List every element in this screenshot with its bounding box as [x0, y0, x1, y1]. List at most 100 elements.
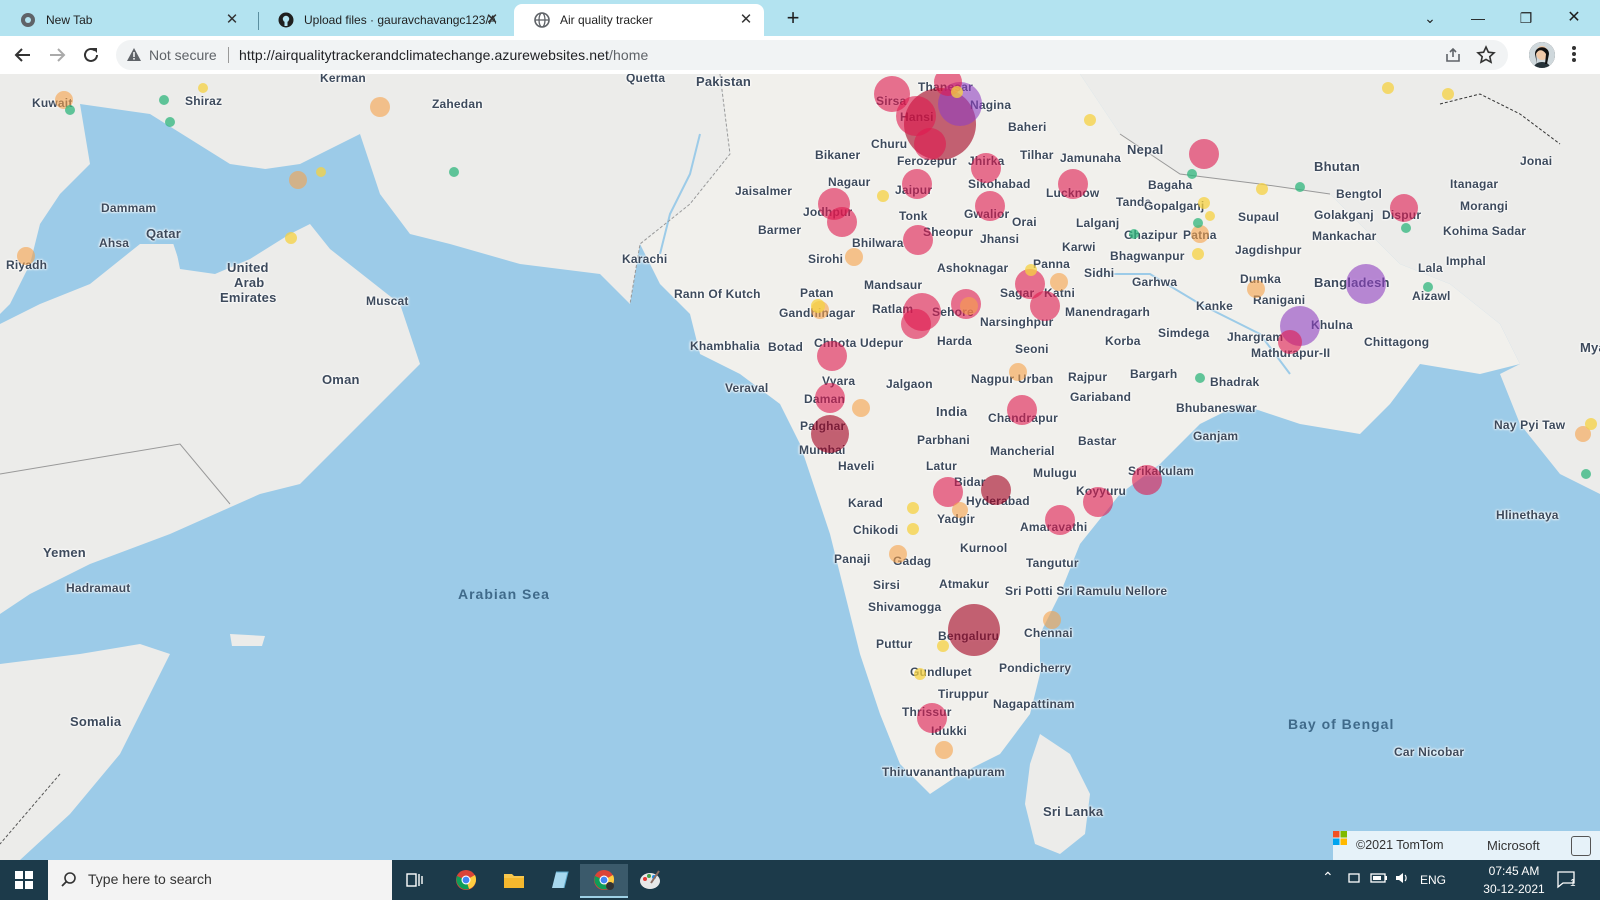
paint-app-button[interactable] [630, 864, 670, 896]
aqi-marker-unhealthy[interactable] [901, 309, 931, 339]
aqi-marker-good[interactable] [449, 167, 459, 177]
taskbar-search-box[interactable]: Type here to search [48, 860, 392, 900]
aqi-marker-unhealthy[interactable] [1390, 194, 1418, 222]
notes-app-button[interactable] [542, 864, 582, 896]
tab-search-chevron-icon[interactable]: ⌄ [1416, 4, 1444, 32]
aqi-marker-very-unhealthy[interactable] [1346, 264, 1386, 304]
bookmark-star-icon[interactable] [1476, 45, 1496, 65]
aqi-marker-unhealthy[interactable] [1278, 330, 1302, 354]
minimize-icon[interactable]: — [1464, 4, 1492, 32]
aqi-marker-moderate[interactable] [937, 640, 949, 652]
aqi-marker-moderate[interactable] [285, 232, 297, 244]
close-tab-icon[interactable]: ✕ [738, 12, 754, 28]
aqi-marker-moderate[interactable] [1382, 82, 1394, 94]
back-button[interactable] [10, 42, 36, 68]
aqi-marker-sensitive[interactable] [889, 545, 907, 563]
aqi-marker-good[interactable] [1401, 223, 1411, 233]
aqi-marker-unhealthy[interactable] [815, 383, 845, 413]
close-tab-icon[interactable]: ✕ [484, 12, 500, 28]
close-tab-icon[interactable]: ✕ [224, 12, 240, 28]
tab-upload-files[interactable]: Upload files · gauravchavangc123/A ✕ [258, 4, 510, 36]
aqi-marker-moderate[interactable] [1442, 88, 1454, 100]
aqi-marker-good[interactable] [1129, 229, 1139, 239]
aqi-marker-sensitive[interactable] [960, 297, 978, 315]
aqi-marker-moderate[interactable] [907, 523, 919, 535]
air-quality-map[interactable]: PakistanNepalBhutanBangladeshIndiaOmanQa… [0, 74, 1600, 860]
aqi-marker-good[interactable] [1295, 182, 1305, 192]
aqi-marker-unhealthy[interactable] [1030, 291, 1060, 321]
aqi-marker-unhealthy[interactable] [903, 225, 933, 255]
aqi-marker-unhealthy[interactable] [1132, 465, 1162, 495]
restore-icon[interactable]: ❐ [1512, 4, 1540, 32]
task-view-button[interactable] [395, 864, 435, 896]
aqi-marker-sensitive[interactable] [935, 741, 953, 759]
aqi-marker-moderate[interactable] [1192, 248, 1204, 260]
aqi-marker-sensitive[interactable] [17, 247, 35, 265]
aqi-marker-good[interactable] [1581, 469, 1591, 479]
aqi-marker-moderate[interactable] [914, 668, 926, 680]
feedback-smile-icon[interactable] [1571, 836, 1591, 856]
meet-now-icon[interactable] [1346, 870, 1362, 886]
aqi-marker-unhealthy[interactable] [971, 153, 1001, 183]
start-button[interactable] [0, 860, 48, 900]
aqi-marker-unhealthy[interactable] [917, 703, 947, 733]
warning-icon[interactable] [126, 47, 142, 63]
aqi-marker-unhealthy[interactable] [975, 191, 1005, 221]
chrome-profile-taskbar-button[interactable] [580, 864, 628, 898]
aqi-marker-good[interactable] [1193, 218, 1203, 228]
aqi-marker-good[interactable] [1423, 282, 1433, 292]
aqi-marker-hazardous[interactable] [981, 475, 1011, 505]
aqi-marker-sensitive[interactable] [852, 399, 870, 417]
aqi-marker-sensitive[interactable] [1191, 225, 1209, 243]
aqi-marker-good[interactable] [165, 117, 175, 127]
aqi-marker-moderate[interactable] [877, 190, 889, 202]
chrome-taskbar-button[interactable] [446, 864, 486, 896]
aqi-marker-unhealthy[interactable] [1007, 395, 1037, 425]
more-vert-icon[interactable] [1570, 44, 1578, 64]
close-window-icon[interactable]: ✕ [1560, 4, 1588, 32]
aqi-marker-sensitive[interactable] [1009, 363, 1027, 381]
aqi-marker-unhealthy[interactable] [1189, 139, 1219, 169]
file-explorer-button[interactable] [494, 864, 534, 896]
aqi-marker-moderate[interactable] [811, 299, 825, 313]
aqi-marker-good[interactable] [1187, 169, 1197, 179]
aqi-marker-sensitive[interactable] [1050, 273, 1068, 291]
tab-new-tab[interactable]: New Tab ✕ [0, 4, 250, 36]
aqi-marker-sensitive[interactable] [952, 502, 968, 518]
aqi-marker-hazardous[interactable] [948, 604, 1000, 656]
aqi-marker-moderate[interactable] [1025, 264, 1037, 276]
aqi-marker-moderate[interactable] [1198, 197, 1210, 209]
aqi-marker-moderate[interactable] [1205, 211, 1215, 221]
reload-button[interactable] [78, 42, 104, 68]
aqi-marker-unhealthy[interactable] [817, 341, 847, 371]
share-icon[interactable] [1444, 46, 1462, 64]
tray-chevron-up-icon[interactable]: ⌃ [1322, 869, 1334, 886]
aqi-marker-hazardous[interactable] [811, 415, 849, 453]
new-tab-button[interactable]: + [782, 7, 804, 30]
aqi-marker-unhealthy[interactable] [1058, 169, 1088, 199]
address-bar[interactable]: Not secure http://airqualitytrackerandcl… [116, 40, 1508, 70]
aqi-marker-good[interactable] [1195, 373, 1205, 383]
security-label[interactable]: Not secure [149, 47, 217, 63]
aqi-marker-sensitive[interactable] [1247, 280, 1265, 298]
aqi-marker-moderate[interactable] [1084, 114, 1096, 126]
aqi-marker-moderate[interactable] [1585, 418, 1597, 430]
aqi-marker-moderate[interactable] [316, 167, 326, 177]
battery-icon[interactable] [1370, 870, 1388, 886]
tab-air-quality-tracker[interactable]: Air quality tracker ✕ [514, 4, 764, 36]
aqi-marker-moderate[interactable] [951, 86, 963, 98]
language-indicator[interactable]: ENG [1420, 873, 1446, 887]
aqi-marker-sensitive[interactable] [370, 97, 390, 117]
volume-icon[interactable] [1394, 870, 1410, 886]
aqi-marker-unhealthy[interactable] [827, 207, 857, 237]
profile-avatar[interactable] [1529, 42, 1555, 68]
aqi-marker-moderate[interactable] [907, 502, 919, 514]
aqi-marker-moderate[interactable] [1256, 183, 1268, 195]
aqi-marker-unhealthy[interactable] [1083, 487, 1113, 517]
url-text[interactable]: http://airqualitytrackerandclimatechange… [239, 47, 648, 63]
forward-button[interactable] [44, 42, 70, 68]
aqi-marker-unhealthy[interactable] [902, 169, 932, 199]
aqi-marker-unhealthy[interactable] [1045, 505, 1075, 535]
aqi-marker-good[interactable] [65, 105, 75, 115]
aqi-marker-sensitive[interactable] [845, 248, 863, 266]
